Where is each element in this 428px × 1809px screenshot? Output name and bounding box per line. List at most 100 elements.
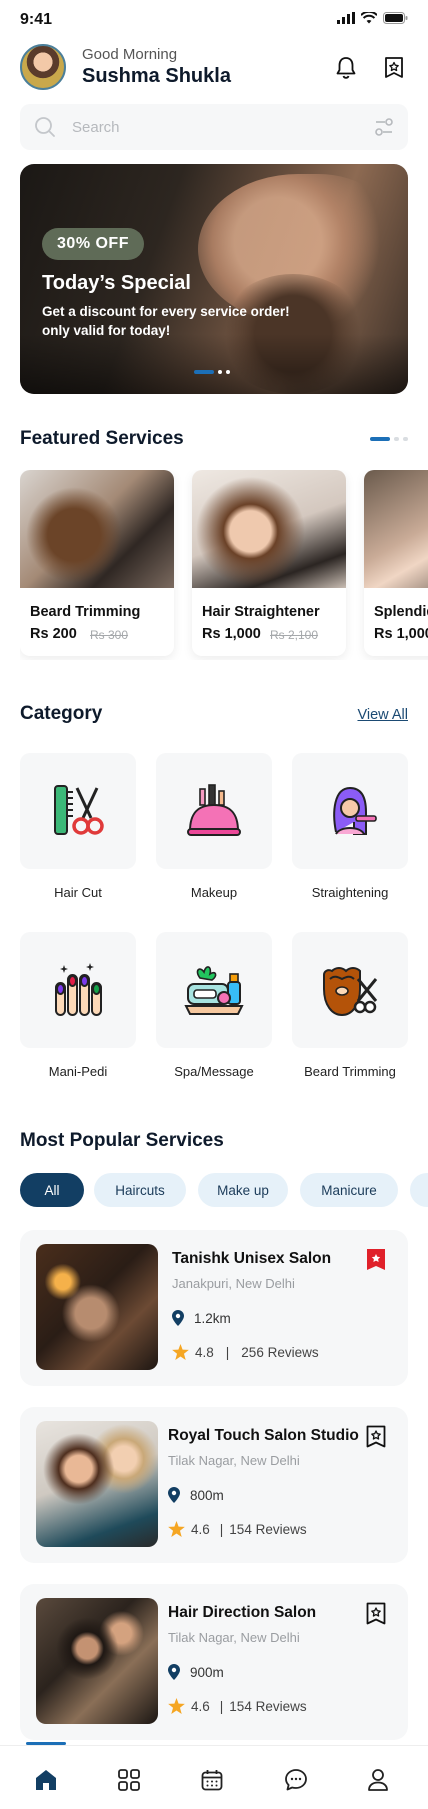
- chip-haircuts[interactable]: Haircuts: [94, 1173, 186, 1207]
- chat-icon: [285, 1769, 307, 1791]
- category-tile: [156, 932, 272, 1048]
- carousel-dot[interactable]: [226, 370, 230, 374]
- salon-card[interactable]: Hair Direction Salon Tilak Nagar, New De…: [20, 1584, 408, 1740]
- category-tile: [20, 753, 136, 869]
- chip-all[interactable]: All: [20, 1173, 84, 1207]
- salon-location: Tilak Nagar, New Delhi: [168, 1630, 300, 1645]
- salon-location: Janakpuri, New Delhi: [172, 1276, 295, 1291]
- promo-description: Get a discount for every service order! …: [42, 304, 290, 338]
- user-name: Sushma Shukla: [82, 65, 231, 87]
- review-count: 256 Reviews: [241, 1344, 319, 1360]
- bookmark-icon: [366, 1425, 386, 1448]
- salon-image: [36, 1244, 158, 1370]
- salon-distance: 900m: [168, 1664, 224, 1680]
- wifi-icon: [361, 12, 377, 24]
- rating-value: 4.8: [195, 1344, 214, 1360]
- profile-icon: [368, 1769, 388, 1791]
- salon-location: Tilak Nagar, New Delhi: [168, 1453, 300, 1468]
- salon-name: Hair Direction Salon: [168, 1604, 317, 1621]
- tab-categories[interactable]: [109, 1760, 149, 1800]
- status-bar: 9:41: [0, 0, 428, 40]
- tab-chat[interactable]: [276, 1760, 316, 1800]
- category-title: Category: [20, 703, 103, 724]
- category-mani-pedi[interactable]: Mani-Pedi: [20, 932, 136, 1079]
- category-beard-trimming[interactable]: Beard Trimming: [292, 932, 408, 1079]
- bell-icon: [336, 57, 356, 79]
- discount-badge: 30% OFF: [42, 228, 144, 260]
- featured-name: Hair Straightener: [202, 604, 320, 620]
- chip-manicure[interactable]: Manicure: [300, 1173, 398, 1207]
- featured-name: Splendid: [374, 604, 428, 620]
- category-makeup[interactable]: Makeup: [156, 753, 272, 900]
- location-pin-icon: [168, 1487, 180, 1503]
- category-tile: [292, 753, 408, 869]
- featured-name: Beard Trimming: [30, 604, 141, 620]
- category-hair-cut[interactable]: Hair Cut: [20, 753, 136, 900]
- saved-button[interactable]: [380, 54, 408, 82]
- badge-star-icon: [385, 57, 403, 78]
- tab-bookings[interactable]: [192, 1760, 232, 1800]
- chip-makeup[interactable]: Make up: [198, 1173, 288, 1207]
- view-all-link[interactable]: View All: [357, 707, 408, 723]
- pager-dot: [403, 437, 408, 441]
- review-count: 154 Reviews: [229, 1521, 307, 1537]
- pager-dot: [394, 437, 399, 441]
- category-label: Makeup: [190, 885, 238, 900]
- promo-banner[interactable]: 30% OFF Today’s Special Get a discount f…: [20, 164, 408, 394]
- featured-image: [192, 470, 346, 588]
- featured-card[interactable]: Hair Straightener Rs 1,000 Rs 2,100: [192, 470, 346, 656]
- popular-title: Most Popular Services: [20, 1130, 224, 1151]
- avatar[interactable]: [20, 44, 66, 90]
- salon-rating: 4.6 | 154 Reviews: [168, 1698, 307, 1714]
- carousel-dot-active[interactable]: [194, 370, 214, 374]
- search-bar: [20, 104, 408, 150]
- category-label: Hair Cut: [54, 885, 102, 900]
- salon-distance: 800m: [168, 1487, 224, 1503]
- salon-distance: 1.2km: [172, 1310, 231, 1326]
- bookmark-icon: [366, 1602, 386, 1625]
- star-icon: [168, 1521, 185, 1537]
- featured-old-price: Rs 2,100: [270, 628, 319, 642]
- bottom-tab-bar: [0, 1742, 428, 1809]
- home-icon: [36, 1770, 56, 1790]
- salon-rating: 4.6 | 154 Reviews: [168, 1521, 307, 1537]
- greeting-text: Good Morning: [82, 46, 178, 63]
- category-label: Spa/Message: [174, 1064, 254, 1079]
- rating-separator: |: [219, 1698, 224, 1714]
- category-tile: [156, 753, 272, 869]
- beard-scissors-icon: [323, 967, 378, 1017]
- filter-icon[interactable]: [374, 117, 394, 137]
- salon-card[interactable]: Tanishk Unisex Salon Janakpuri, New Delh…: [20, 1230, 408, 1386]
- status-time: 9:41: [20, 11, 53, 28]
- save-salon-button[interactable]: [366, 1602, 386, 1631]
- category-straightening[interactable]: Straightening: [292, 753, 408, 900]
- nails-icon: [55, 963, 102, 1016]
- spa-icon: [184, 966, 244, 1015]
- tab-profile[interactable]: [358, 1760, 398, 1800]
- distance-text: 800m: [190, 1487, 224, 1503]
- promo-image-shade: [20, 334, 408, 394]
- signal-icon: [337, 12, 355, 24]
- review-count: 154 Reviews: [229, 1698, 307, 1714]
- carousel-dot[interactable]: [218, 370, 222, 374]
- search-input[interactable]: [72, 104, 352, 150]
- save-salon-button[interactable]: [366, 1248, 386, 1277]
- chip-more[interactable]: [410, 1173, 428, 1207]
- featured-card[interactable]: Splendid Rs 1,000: [364, 470, 428, 656]
- star-icon: [172, 1344, 189, 1360]
- promo-title: Today’s Special: [42, 272, 191, 294]
- featured-old-price: Rs 300: [90, 628, 129, 642]
- salon-rating: 4.8 | 256 Reviews: [172, 1344, 319, 1360]
- featured-card[interactable]: Beard Trimming Rs 200 Rs 300: [20, 470, 174, 656]
- bookmark-saved-icon: [367, 1249, 385, 1270]
- notification-button[interactable]: [332, 54, 360, 82]
- featured-price: Rs 200: [30, 626, 77, 642]
- carousel-dots[interactable]: [194, 370, 230, 374]
- salon-card[interactable]: Royal Touch Salon Studio Tilak Nagar, Ne…: [20, 1407, 408, 1563]
- status-icons: [337, 12, 408, 24]
- location-pin-icon: [172, 1310, 184, 1326]
- tab-home[interactable]: [26, 1760, 66, 1800]
- featured-price: Rs 1,000: [202, 626, 261, 642]
- save-salon-button[interactable]: [366, 1425, 386, 1454]
- category-spa[interactable]: Spa/Message: [156, 932, 272, 1079]
